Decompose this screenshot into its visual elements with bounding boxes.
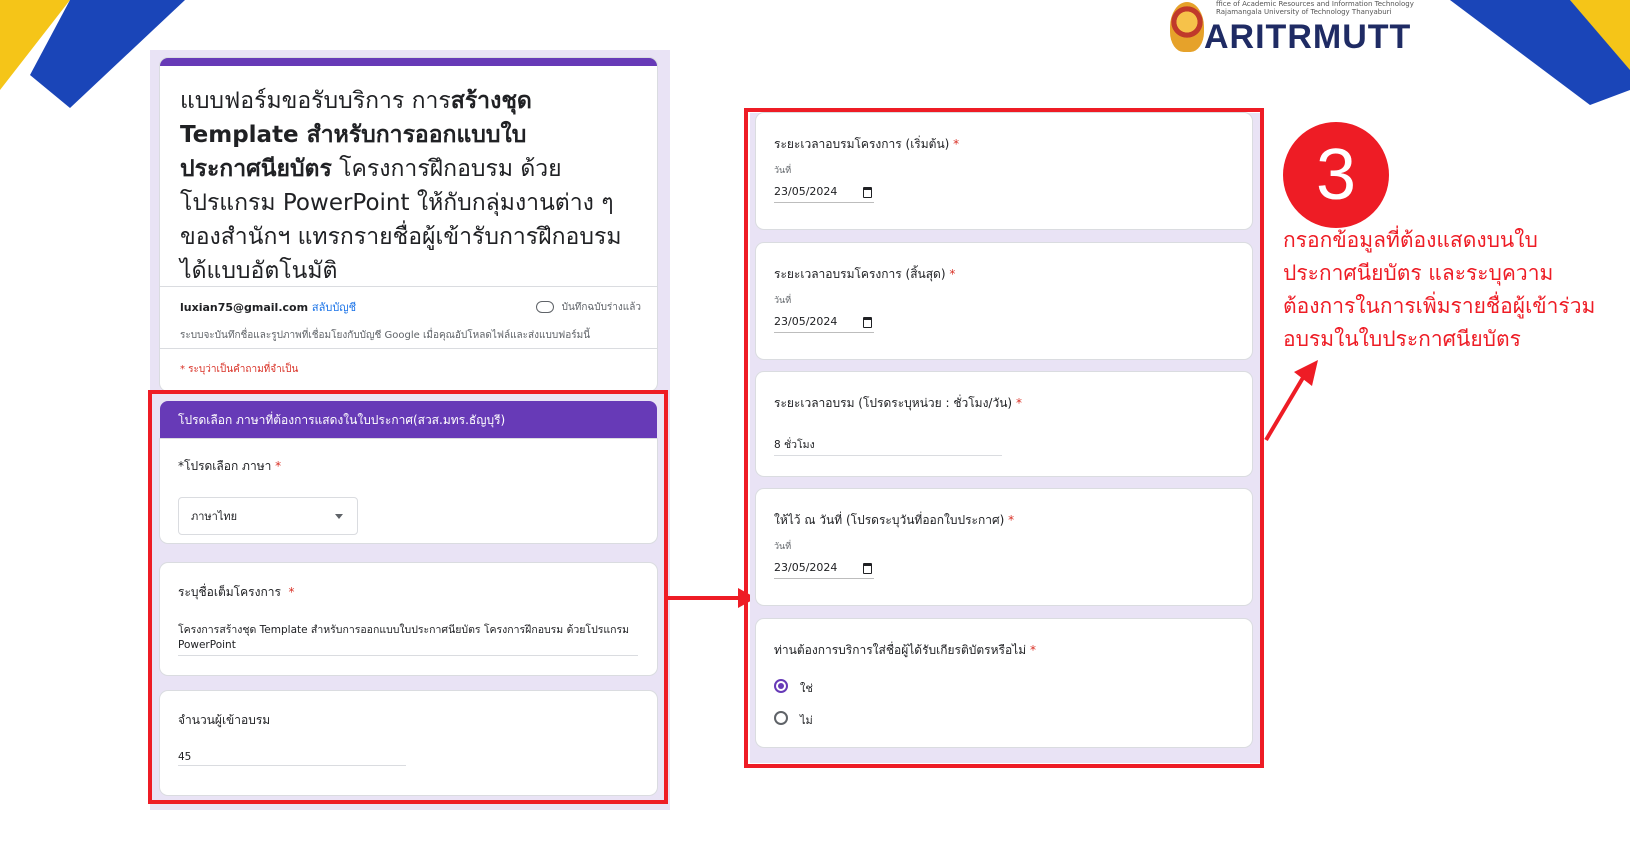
form-header-card: แบบฟอร์มขอรับบริการ การสร้างชุด Template… bbox=[160, 58, 657, 391]
logo-caption-line2: Rajamangala University of Technology Tha… bbox=[1216, 8, 1392, 16]
step-number-badge: 3 bbox=[1283, 122, 1389, 228]
highlight-box-right bbox=[744, 108, 1264, 768]
step-instruction-text: กรอกข้อมูลที่ต้องแสดงบนใบประกาศนียบัตร แ… bbox=[1283, 228, 1596, 351]
switch-account-link[interactable]: สลับบัญชี bbox=[312, 301, 356, 314]
saved-status: บันทึกฉบับร่างแล้ว bbox=[535, 300, 641, 315]
required-note: * ระบุว่าเป็นคำถามที่จำเป็น bbox=[180, 364, 299, 375]
form-title: แบบฟอร์มขอรับบริการ การสร้างชุด Template… bbox=[180, 84, 640, 288]
highlight-box-left bbox=[148, 390, 668, 804]
university-seal-icon bbox=[1170, 2, 1204, 52]
logo-caption: ffice of Academic Resources and Informat… bbox=[1216, 0, 1414, 16]
corner-decoration-right bbox=[1450, 0, 1630, 105]
account-note: ระบบจะบันทึกชื่อและรูปภาพที่เชื่อมโยงกับ… bbox=[180, 330, 591, 341]
logo-wordmark: ARITRMUTT bbox=[1204, 18, 1412, 56]
divider bbox=[160, 348, 657, 349]
arrow-up-right-icon bbox=[1264, 360, 1318, 442]
divider bbox=[160, 286, 657, 287]
saved-status-text: บันทึกฉบับร่างแล้ว bbox=[561, 302, 641, 313]
cloud-done-icon bbox=[535, 301, 554, 313]
form-title-part1: แบบฟอร์มขอรับบริการ การ bbox=[180, 88, 451, 114]
logo-caption-line1: ffice of Academic Resources and Informat… bbox=[1216, 0, 1414, 8]
account-email: luxian75@gmail.com สลับบัญชี bbox=[180, 298, 356, 316]
email-text: luxian75@gmail.com bbox=[180, 301, 309, 314]
